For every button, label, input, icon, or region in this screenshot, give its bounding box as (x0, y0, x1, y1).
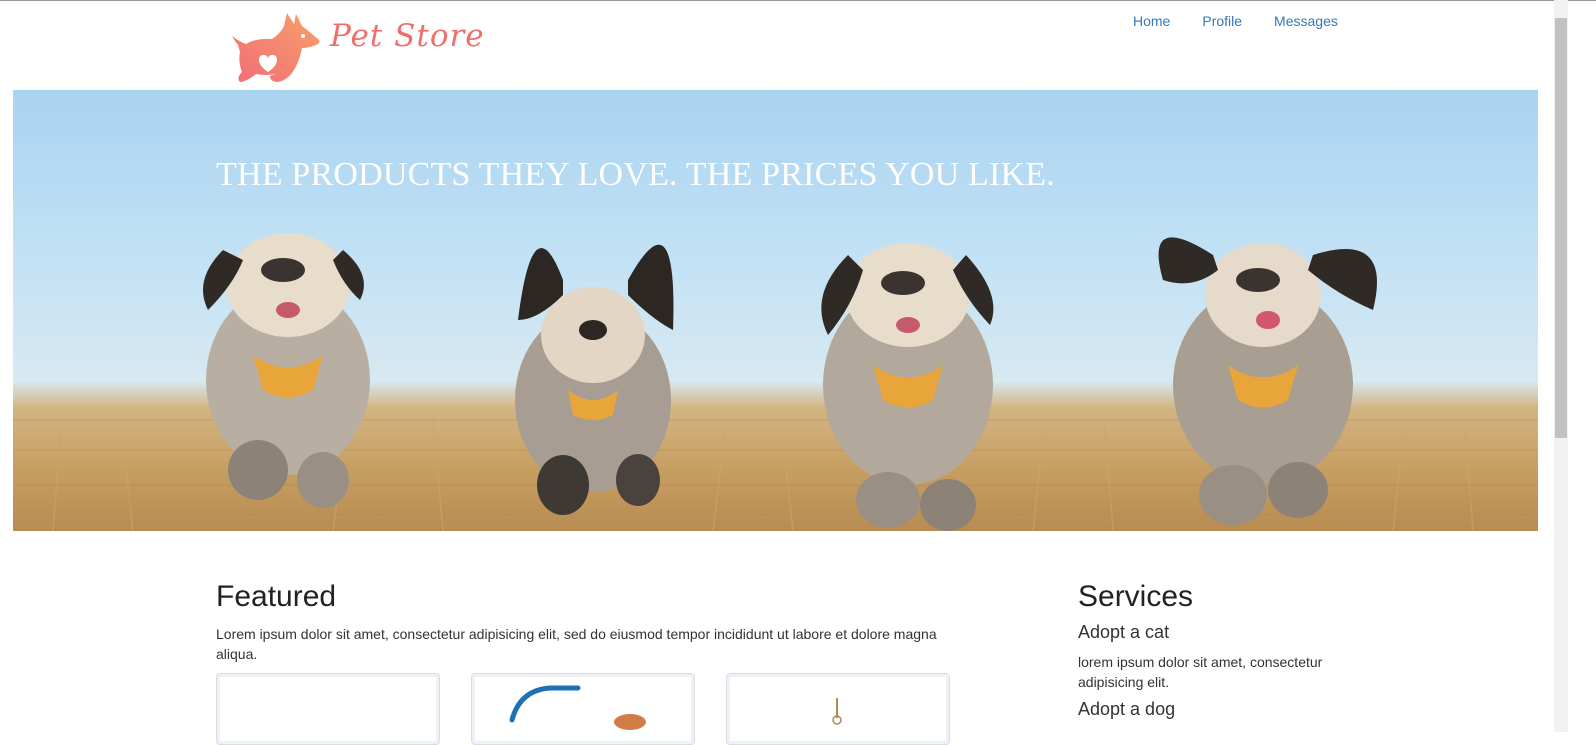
dog-figure (203, 233, 370, 508)
dog-figure (1158, 237, 1377, 525)
hero-headline: THE PRODUCTS THEY LOVE. THE PRICES YOU L… (216, 156, 1055, 193)
service-title[interactable]: Adopt a cat (1078, 622, 1169, 643)
scrollbar-thumb[interactable] (1555, 18, 1567, 438)
window-top-border (0, 0, 1596, 1)
brand-name[interactable]: Pet Store (330, 18, 485, 54)
dog-figure (515, 244, 674, 515)
product-card[interactable] (216, 673, 440, 745)
nav-home-link[interactable]: Home (1133, 13, 1170, 29)
product-card[interactable] (471, 673, 695, 745)
logo[interactable] (232, 12, 324, 84)
leash-product-image (509, 685, 646, 730)
hero-banner: THE PRODUCTS THEY LOVE. THE PRICES YOU L… (13, 90, 1538, 531)
dog-figure (821, 243, 994, 531)
service-description: lorem ipsum dolor sit amet, consectetur … (1078, 654, 1323, 690)
nav-messages-link[interactable]: Messages (1274, 13, 1338, 29)
service-title[interactable]: Adopt a dog (1078, 699, 1175, 720)
nav-profile-link[interactable]: Profile (1202, 13, 1242, 29)
toy-product-image (832, 698, 842, 725)
product-card[interactable] (726, 673, 950, 745)
featured-heading: Featured (216, 580, 337, 613)
featured-description: Lorem ipsum dolor sit amet, consectetur … (216, 626, 937, 662)
services-heading: Services (1078, 580, 1194, 613)
main-nav: Home Profile Messages (1133, 13, 1370, 29)
dog-logo-icon (232, 13, 320, 82)
